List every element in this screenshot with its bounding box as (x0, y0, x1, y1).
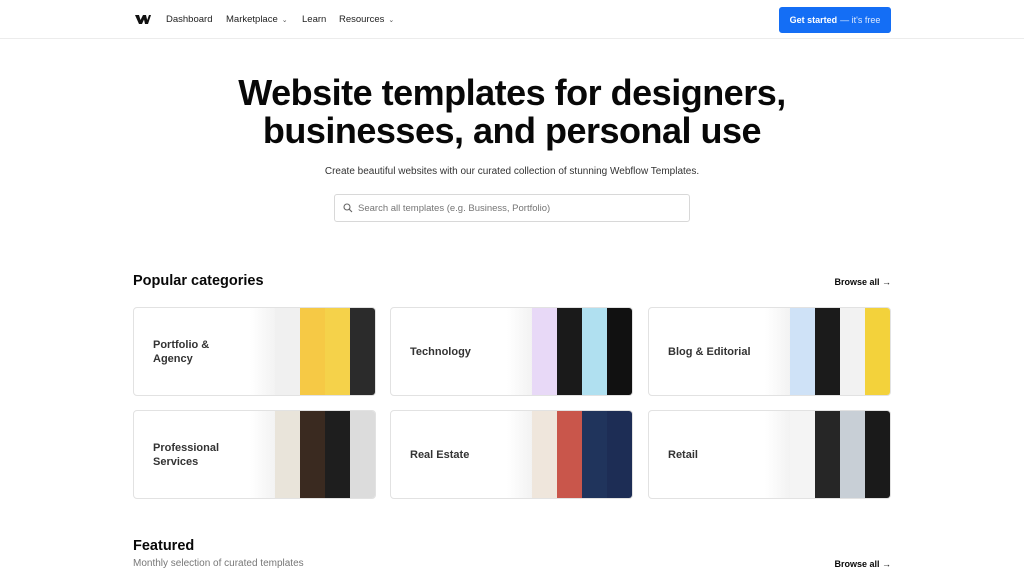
featured-subtitle: Monthly selection of curated templates (133, 558, 304, 569)
category-label: Technology (410, 345, 471, 358)
nav-dashboard[interactable]: Dashboard (166, 14, 212, 25)
nav-resources-label: Resources (339, 14, 385, 25)
category-label: Real Estate (410, 448, 470, 461)
search-box[interactable] (334, 194, 690, 222)
cta-label: Get started (789, 15, 838, 25)
template-thumbnail (582, 411, 607, 498)
popular-categories-heading: Popular categories (133, 273, 264, 289)
template-thumbnail (790, 411, 815, 498)
template-thumbnails (790, 411, 890, 498)
template-thumbnail (607, 411, 632, 498)
template-thumbnail (865, 411, 890, 498)
category-card[interactable]: Technology (390, 307, 633, 396)
template-thumbnail (325, 308, 350, 395)
search-icon (343, 203, 353, 213)
template-thumbnail (532, 308, 557, 395)
title-line-1: Website templates for designers, (238, 72, 786, 113)
template-thumbnails (275, 308, 375, 395)
category-label: Professional Services (153, 441, 220, 468)
category-card[interactable]: Portfolio & Agency (133, 307, 376, 396)
template-thumbnail (300, 308, 325, 395)
template-thumbnail (815, 411, 840, 498)
template-thumbnail (557, 308, 582, 395)
template-thumbnail (840, 411, 865, 498)
title-line-2: businesses, and personal use (262, 110, 762, 151)
category-card[interactable]: Blog & Editorial (648, 307, 891, 396)
template-thumbnails (532, 411, 632, 498)
template-thumbnail (300, 411, 325, 498)
browse-all-label: Browse all (834, 277, 880, 287)
template-thumbnail (557, 411, 582, 498)
category-card[interactable]: Retail (648, 410, 891, 499)
category-card[interactable]: Professional Services (133, 410, 376, 499)
page-subtitle: Create beautiful websites with our curat… (324, 166, 700, 177)
webflow-logo-icon[interactable] (135, 13, 151, 25)
template-thumbnail (865, 308, 890, 395)
template-thumbnail (350, 308, 375, 395)
category-card[interactable]: Real Estate (390, 410, 633, 499)
nav-marketplace-label: Marketplace (226, 14, 278, 25)
chevron-down-icon: ⌄ (388, 17, 395, 24)
template-thumbnails (790, 308, 890, 395)
template-thumbnail (790, 308, 815, 395)
template-thumbnails (275, 411, 375, 498)
cta-suffix: — it's free (840, 15, 881, 25)
category-label: Blog & Editorial (668, 345, 751, 358)
page-title: Website templates for designers, business… (0, 74, 1024, 150)
browse-all-categories-link[interactable]: Browse all → (834, 277, 891, 287)
template-thumbnail (350, 411, 375, 498)
top-nav: Dashboard Marketplace ⌄ Learn Resources ⌄ … (0, 0, 1024, 39)
chevron-down-icon: ⌄ (281, 17, 288, 24)
featured-heading: Featured (133, 538, 195, 554)
arrow-right-icon: → (882, 277, 891, 287)
search-input[interactable] (358, 202, 678, 214)
template-thumbnail (607, 308, 632, 395)
template-thumbnail (275, 308, 300, 395)
nav-marketplace[interactable]: Marketplace ⌄ (226, 14, 288, 25)
template-thumbnail (532, 411, 557, 498)
category-label: Portfolio & Agency (153, 338, 210, 365)
template-thumbnails (532, 308, 632, 395)
template-thumbnail (840, 308, 865, 395)
category-label: Retail (668, 448, 698, 461)
template-thumbnail (325, 411, 350, 498)
get-started-button[interactable]: Get started — it's free (779, 7, 891, 33)
nav-resources[interactable]: Resources ⌄ (339, 14, 394, 25)
nav-learn[interactable]: Learn (302, 14, 326, 25)
template-thumbnail (275, 411, 300, 498)
template-thumbnail (582, 308, 607, 395)
template-thumbnail (815, 308, 840, 395)
